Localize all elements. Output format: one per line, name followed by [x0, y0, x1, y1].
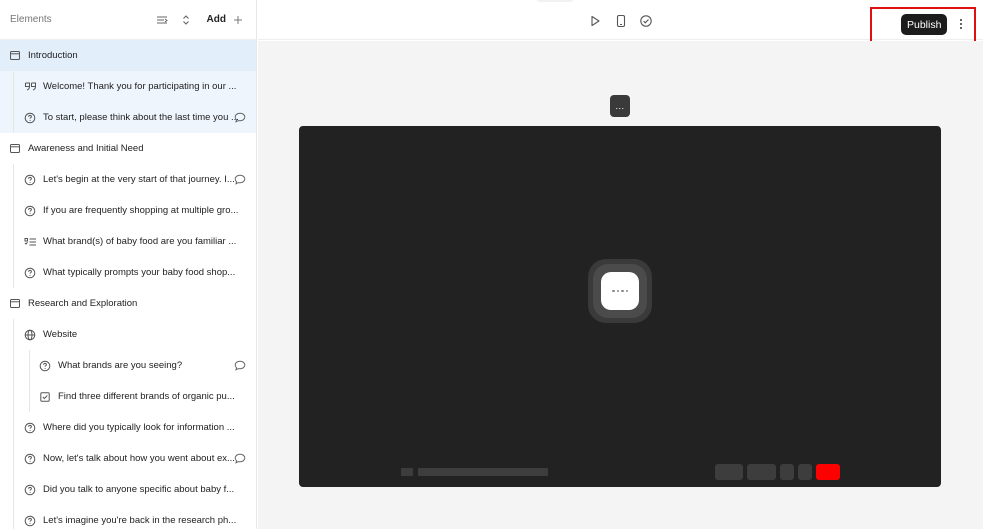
sidebar-item[interactable]: Let's imagine you're back in the researc…: [0, 505, 256, 529]
tree-guide-line: [13, 319, 14, 350]
check-circle-icon[interactable]: [639, 14, 653, 28]
tree-guide-line: [13, 474, 14, 505]
sidebar-item[interactable]: What brands are you seeing?: [0, 350, 256, 381]
sidebar-item-label: Welcome! Thank you for participating in …: [43, 81, 237, 92]
sidebar-item-label: Did you talk to anyone specific about ba…: [43, 484, 235, 495]
section-icon: [8, 142, 22, 156]
tree-guide-line: [13, 505, 14, 529]
placeholder-text-bar: [418, 468, 548, 476]
sidebar-item-label: Now, let's talk about how you went about…: [43, 453, 235, 464]
sidebar-item-label: Introduction: [28, 50, 78, 61]
elements-sidebar: Elements Add Introduction Welcome! Thank …: [0, 0, 257, 529]
sidebar-item-label: If you are frequently shopping at multip…: [43, 205, 239, 216]
quote-icon: [23, 80, 37, 94]
sidebar-item[interactable]: Did you talk to anyone specific about ba…: [0, 474, 256, 505]
sidebar-item-label: Research and Exploration: [28, 298, 138, 309]
publish-button[interactable]: Publish: [901, 14, 948, 35]
question-icon: [23, 111, 37, 125]
task-icon: [38, 390, 52, 404]
loading-icon: [601, 272, 639, 310]
tree-guide-line: [13, 381, 14, 412]
tree-guide-line: [13, 102, 14, 133]
more-vertical-icon[interactable]: [956, 16, 966, 32]
element-tree: Introduction Welcome! Thank you for parti…: [0, 40, 256, 529]
element-menu-button[interactable]: ...: [610, 95, 630, 117]
sidebar-item-label: What typically prompts your baby food sh…: [43, 267, 236, 278]
sidebar-item-label: Find three different brands of organic p…: [58, 391, 235, 402]
collapse-all-icon[interactable]: [153, 11, 171, 29]
sidebar-title: Elements: [10, 14, 52, 25]
list-icon: [23, 235, 37, 249]
tree-guide-line: [13, 164, 14, 195]
sidebar-header: Elements Add: [0, 0, 256, 40]
drag-handle[interactable]: [536, 0, 574, 2]
globe-icon: [23, 328, 37, 342]
sidebar-item-label: What brands are you seeing?: [58, 360, 183, 371]
sidebar-section[interactable]: Introduction: [0, 40, 256, 71]
question-icon: [23, 266, 37, 280]
sidebar-item[interactable]: What typically prompts your baby food sh…: [0, 257, 256, 288]
question-icon: [23, 452, 37, 466]
sidebar-item-label: Website: [43, 329, 78, 340]
sidebar-item-label: To start, please think about the last ti…: [43, 112, 239, 123]
tree-guide-line: [13, 257, 14, 288]
tree-guide-line: [29, 381, 30, 412]
placeholder-button: [715, 464, 743, 480]
sidebar-item-label: What brand(s) of baby food are you famil…: [43, 236, 237, 247]
question-icon: [23, 204, 37, 218]
comment-icon[interactable]: [234, 174, 246, 185]
placeholder-button: [747, 464, 776, 480]
sidebar-item-label: Where did you typically look for informa…: [43, 422, 235, 433]
top-toolbar: Publish: [258, 0, 983, 44]
comment-icon[interactable]: [234, 112, 246, 123]
add-button[interactable]: Add: [207, 14, 226, 25]
question-icon: [23, 173, 37, 187]
play-icon[interactable]: [588, 14, 602, 28]
sidebar-item-label: Let's imagine you're back in the researc…: [43, 515, 237, 526]
comment-icon[interactable]: [234, 453, 246, 464]
add-plus-icon[interactable]: [230, 12, 246, 28]
section-icon: [8, 297, 22, 311]
section-icon: [8, 49, 22, 63]
sidebar-item[interactable]: Let's begin at the very start of that jo…: [0, 164, 256, 195]
tree-guide-line: [13, 226, 14, 257]
tree-guide-line: [13, 71, 14, 102]
record-indicator: [816, 464, 840, 480]
tree-guide-line: [29, 350, 30, 381]
tree-guide-line: [13, 195, 14, 226]
sidebar-item[interactable]: Welcome! Thank you for participating in …: [0, 71, 256, 102]
sidebar-item[interactable]: Where did you typically look for informa…: [0, 412, 256, 443]
preview-frame: [299, 126, 941, 487]
sidebar-item[interactable]: If you are frequently shopping at multip…: [0, 195, 256, 226]
question-icon: [23, 483, 37, 497]
sidebar-section[interactable]: Research and Exploration: [0, 288, 256, 319]
tree-guide-line: [13, 443, 14, 474]
sidebar-item-label: Let's begin at the very start of that jo…: [43, 174, 235, 185]
sidebar-item[interactable]: Find three different brands of organic p…: [0, 381, 256, 412]
tree-guide-line: [13, 350, 14, 381]
question-icon: [23, 514, 37, 528]
sidebar-section[interactable]: Awareness and Initial Need: [0, 133, 256, 164]
sidebar-item[interactable]: What brand(s) of baby food are you famil…: [0, 226, 256, 257]
question-icon: [23, 421, 37, 435]
tree-guide-line: [13, 412, 14, 443]
sidebar-item[interactable]: Now, let's talk about how you went about…: [0, 443, 256, 474]
sidebar-item-label: Awareness and Initial Need: [28, 143, 144, 154]
preview-canvas: ...: [258, 41, 983, 529]
sidebar-item[interactable]: Website: [0, 319, 256, 350]
expand-collapse-icon[interactable]: [177, 11, 195, 29]
placeholder-button: [780, 464, 794, 480]
question-icon: [38, 359, 52, 373]
sidebar-item[interactable]: To start, please think about the last ti…: [0, 102, 256, 133]
mobile-icon[interactable]: [614, 14, 628, 28]
comment-icon[interactable]: [234, 360, 246, 371]
placeholder-button: [798, 464, 812, 480]
placeholder-block: [401, 468, 413, 476]
